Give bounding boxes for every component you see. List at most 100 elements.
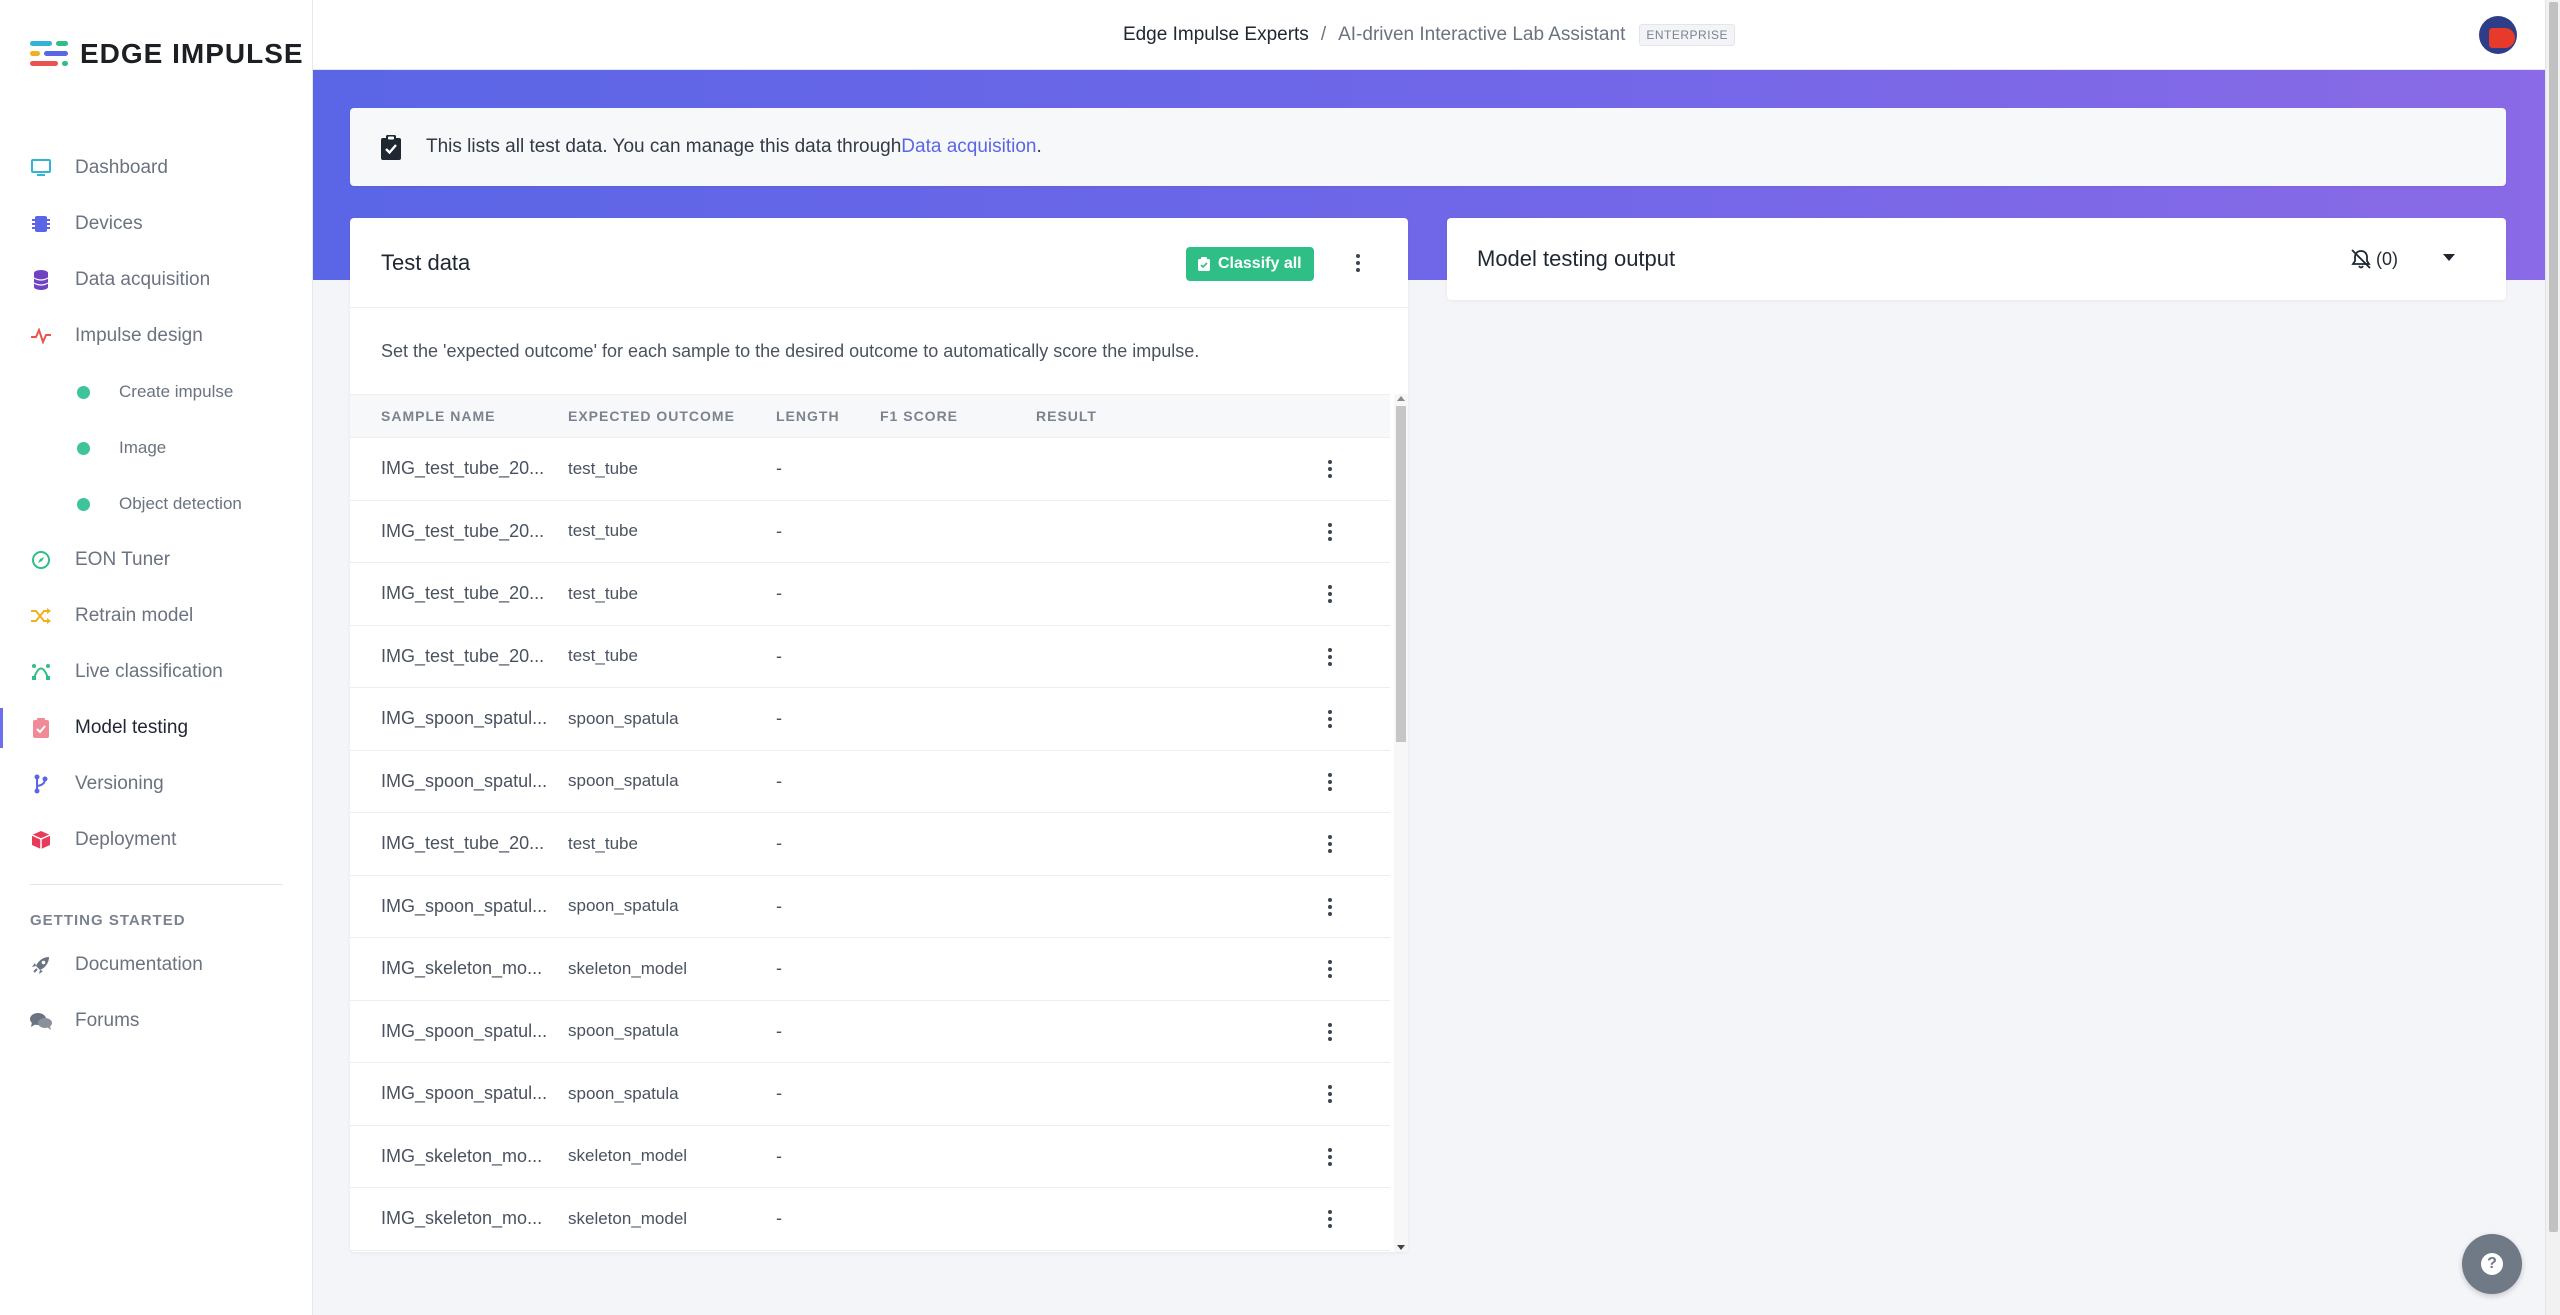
sample-name-cell[interactable]: IMG_skeleton_mo... [381, 1208, 551, 1229]
table-row[interactable]: IMG_test_tube_20... test_tube - [350, 438, 1390, 501]
row-menu-button[interactable] [1320, 706, 1340, 732]
sidebar-item-deployment[interactable]: Deployment [0, 812, 313, 868]
edge-impulse-logo-icon [30, 39, 70, 69]
page-scrollbar[interactable] [2545, 0, 2560, 1315]
sidebar-subitem-create-impulse[interactable]: Create impulse [0, 364, 313, 420]
sidebar-item-label: Versioning [75, 773, 164, 794]
page-scrollbar-thumb[interactable] [2549, 2, 2558, 1232]
sidebar-item-data-acquisition[interactable]: Data acquisition [0, 252, 313, 308]
row-menu-button[interactable] [1320, 1081, 1340, 1107]
classify-all-label: Classify all [1218, 255, 1302, 272]
table-row[interactable]: IMG_spoon_spatul... spoon_spatula - [350, 1063, 1390, 1126]
sample-name-cell[interactable]: IMG_spoon_spatul... [381, 771, 551, 792]
expected-outcome-cell[interactable]: test_tube [568, 459, 638, 479]
sidebar-item-eon-tuner[interactable]: EON Tuner [0, 532, 313, 588]
row-menu-button[interactable] [1320, 1019, 1340, 1045]
table-row[interactable]: IMG_skeleton_mo... skeleton_model - [350, 1126, 1390, 1188]
sidebar-item-versioning[interactable]: Versioning [0, 756, 313, 812]
cube-icon [30, 829, 52, 851]
row-menu-button[interactable] [1320, 581, 1340, 607]
sample-name-cell[interactable]: IMG_skeleton_mo... [381, 1146, 551, 1167]
table-body: IMG_test_tube_20... test_tube - IMG_test_tu… [350, 438, 1408, 1251]
table-row[interactable]: IMG_test_tube_20... test_tube - [350, 813, 1390, 876]
table-row[interactable]: IMG_test_tube_20... test_tube - [350, 563, 1390, 626]
classify-all-button[interactable]: Classify all [1186, 247, 1314, 281]
expected-outcome-cell[interactable]: test_tube [568, 834, 638, 854]
sample-name-cell[interactable]: IMG_spoon_spatul... [381, 896, 551, 917]
table-row[interactable]: IMG_skeleton_mo... skeleton_model - [350, 1188, 1390, 1251]
column-header-result[interactable]: RESULT [1036, 408, 1097, 424]
sidebar-item-model-testing[interactable]: Model testing [0, 700, 313, 756]
sample-name-cell[interactable]: IMG_test_tube_20... [381, 458, 551, 479]
expected-outcome-cell[interactable]: spoon_spatula [568, 709, 679, 729]
sample-name-cell[interactable]: IMG_skeleton_mo... [381, 958, 551, 979]
column-header-length[interactable]: LENGTH [776, 408, 840, 424]
notifications-toggle[interactable]: (0) [2350, 248, 2398, 270]
info-text: This lists all test data. You can manage… [426, 136, 902, 157]
column-header-sample-name[interactable]: SAMPLE NAME [381, 408, 495, 424]
table-row[interactable]: IMG_skeleton_mo... skeleton_model - [350, 938, 1390, 1001]
length-cell: - [776, 520, 782, 541]
sidebar-item-dashboard[interactable]: Dashboard [0, 140, 313, 196]
row-menu-button[interactable] [1320, 1144, 1340, 1170]
table-scrollbar[interactable] [1394, 394, 1408, 1252]
sidebar-item-documentation[interactable]: Documentation [0, 937, 313, 993]
table-row[interactable]: IMG_spoon_spatul... spoon_spatula - [350, 688, 1390, 751]
sample-name-cell[interactable]: IMG_spoon_spatul... [381, 1021, 551, 1042]
table-row[interactable]: IMG_test_tube_20... test_tube - [350, 501, 1390, 563]
table-row[interactable]: IMG_test_tube_20... test_tube - [350, 626, 1390, 688]
row-menu-button[interactable] [1320, 894, 1340, 920]
sidebar-item-retrain-model[interactable]: Retrain model [0, 588, 313, 644]
sidebar-item-impulse-design[interactable]: Impulse design [0, 308, 313, 364]
sidebar-item-devices[interactable]: Devices [0, 196, 313, 252]
sample-name-cell[interactable]: IMG_test_tube_20... [381, 833, 551, 854]
expected-outcome-cell[interactable]: spoon_spatula [568, 1021, 679, 1041]
row-menu-button[interactable] [1320, 644, 1340, 670]
expected-outcome-cell[interactable]: skeleton_model [568, 1146, 687, 1166]
scrollbar-thumb[interactable] [1396, 406, 1406, 742]
sidebar-item-label: Live classification [75, 661, 223, 682]
row-menu-button[interactable] [1320, 956, 1340, 982]
pulse-icon [30, 325, 52, 347]
breadcrumb-organization[interactable]: Edge Impulse Experts [1123, 24, 1309, 46]
expected-outcome-cell[interactable]: skeleton_model [568, 959, 687, 979]
row-menu-button[interactable] [1320, 519, 1340, 545]
chevron-down-icon[interactable] [2443, 254, 2455, 261]
expected-outcome-cell[interactable]: spoon_spatula [568, 771, 679, 791]
sample-name-cell[interactable]: IMG_test_tube_20... [381, 583, 551, 604]
expected-outcome-cell[interactable]: spoon_spatula [568, 896, 679, 916]
length-cell: - [776, 708, 782, 729]
sidebar-item-live-classification[interactable]: Live classification [0, 644, 313, 700]
length-cell: - [776, 458, 782, 479]
sample-name-cell[interactable]: IMG_test_tube_20... [381, 521, 551, 542]
compass-icon [30, 549, 52, 571]
table-row[interactable]: IMG_spoon_spatul... spoon_spatula - [350, 751, 1390, 813]
scroll-down-arrow-icon[interactable] [1397, 1245, 1405, 1250]
table-row[interactable]: IMG_spoon_spatul... spoon_spatula - [350, 1001, 1390, 1063]
row-menu-button[interactable] [1320, 456, 1340, 482]
column-header-f1-score[interactable]: F1 SCORE [880, 408, 958, 424]
scroll-up-arrow-icon[interactable] [1397, 396, 1405, 401]
expected-outcome-cell[interactable]: test_tube [568, 584, 638, 604]
test-data-menu-button[interactable] [1348, 250, 1368, 276]
expected-outcome-cell[interactable]: skeleton_model [568, 1209, 687, 1229]
sidebar-subitem-object-detection[interactable]: Object detection [0, 476, 313, 532]
breadcrumb-project[interactable]: AI-driven Interactive Lab Assistant [1338, 24, 1625, 46]
expected-outcome-cell[interactable]: test_tube [568, 646, 638, 666]
expected-outcome-cell[interactable]: spoon_spatula [568, 1084, 679, 1104]
sidebar-item-forums[interactable]: Forums [0, 993, 313, 1049]
table-row[interactable]: IMG_spoon_spatul... spoon_spatula - [350, 876, 1390, 938]
sidebar-subitem-image[interactable]: Image [0, 420, 313, 476]
logo[interactable]: EDGE IMPULSE [30, 38, 304, 70]
sample-name-cell[interactable]: IMG_spoon_spatul... [381, 1083, 551, 1104]
row-menu-button[interactable] [1320, 831, 1340, 857]
help-button[interactable]: ? [2462, 1234, 2522, 1294]
row-menu-button[interactable] [1320, 1206, 1340, 1232]
row-menu-button[interactable] [1320, 769, 1340, 795]
avatar[interactable] [2479, 16, 2517, 54]
sample-name-cell[interactable]: IMG_test_tube_20... [381, 646, 551, 667]
column-header-expected-outcome[interactable]: EXPECTED OUTCOME [568, 408, 735, 424]
sample-name-cell[interactable]: IMG_spoon_spatul... [381, 708, 551, 729]
data-acquisition-link[interactable]: Data acquisition [901, 136, 1036, 158]
expected-outcome-cell[interactable]: test_tube [568, 521, 638, 541]
